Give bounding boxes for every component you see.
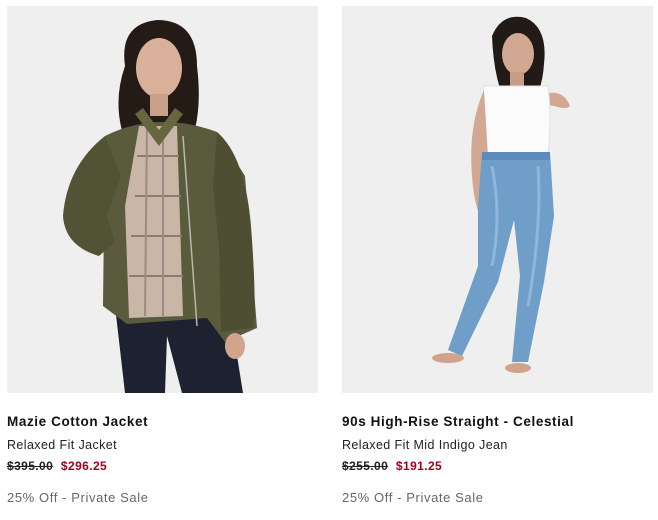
product-card[interactable]: Mazie Cotton Jacket Relaxed Fit Jacket $… <box>7 6 318 506</box>
product-image-jeans[interactable] <box>342 6 653 393</box>
model-in-jeans-illustration <box>342 6 653 393</box>
sale-price: $191.25 <box>395 459 443 473</box>
promo-label: 25% Off - Private Sale <box>7 490 149 505</box>
product-grid: Mazie Cotton Jacket Relaxed Fit Jacket $… <box>0 0 658 520</box>
original-price: $255.00 <box>342 459 389 473</box>
product-subtitle: Relaxed Fit Jacket <box>7 438 118 452</box>
promo-label: 25% Off - Private Sale <box>342 490 484 505</box>
price-row: $395.00 $296.25 <box>7 459 318 474</box>
price-row: $255.00 $191.25 <box>342 459 653 474</box>
sale-price: $296.25 <box>60 459 108 473</box>
product-image-jacket[interactable] <box>7 6 318 393</box>
product-name[interactable]: 90s High-Rise Straight - Celestial <box>342 414 653 430</box>
model-in-jacket-illustration <box>7 6 318 393</box>
product-card[interactable]: 90s High-Rise Straight - Celestial Relax… <box>342 6 653 506</box>
original-price: $395.00 <box>7 459 54 473</box>
product-subtitle: Relaxed Fit Mid Indigo Jean <box>342 438 508 452</box>
product-name[interactable]: Mazie Cotton Jacket <box>7 414 318 430</box>
